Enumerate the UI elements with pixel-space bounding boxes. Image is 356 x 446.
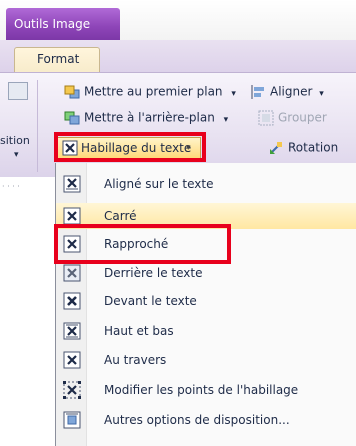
menu-item-tight[interactable]: Rapproché: [56, 231, 356, 257]
menu-item-inline[interactable]: Aligné sur le texte: [56, 171, 356, 197]
send-backward-icon: [64, 110, 80, 126]
document-area: [0, 178, 55, 446]
menu-item-label: Derrière le texte: [104, 266, 203, 280]
menu-item-label: Haut et bas: [104, 324, 174, 338]
position-group-label: sition: [0, 134, 30, 147]
align-button[interactable]: Aligner ▾: [250, 84, 324, 100]
rotation-label: Rotation: [288, 140, 339, 155]
rotation-button[interactable]: Rotation: [268, 140, 338, 156]
send-backward-button[interactable]: Mettre à l'arrière-plan ▾: [64, 110, 228, 126]
inline-wrap-icon: [63, 175, 81, 193]
tab-format[interactable]: Format: [14, 47, 100, 74]
position-dropdown-arrow[interactable]: ▾: [14, 150, 19, 160]
menu-item-label: Rapproché: [104, 237, 169, 251]
text-wrapping-menu: Aligné sur le texte Carré Rapproché Derr…: [55, 163, 356, 446]
menu-item-more-layout-options[interactable]: Autres options de disposition...: [56, 407, 356, 433]
top-bottom-icon: [63, 322, 81, 340]
bring-forward-icon: [64, 84, 80, 100]
menu-item-label: Devant le texte: [104, 294, 197, 308]
menu-item-through[interactable]: Au travers: [56, 347, 356, 373]
menu-item-label: Modifier les points de l'habillage: [104, 383, 299, 397]
tab-format-label: Format: [37, 52, 80, 66]
through-wrap-icon: [63, 351, 81, 369]
context-tab-outils-image: Outils Image: [6, 8, 120, 42]
edit-wrap-points-icon: [63, 381, 81, 399]
menu-item-label: Au travers: [104, 353, 167, 367]
bring-forward-label: Mettre au premier plan: [84, 84, 223, 99]
context-tab-label: Outils Image: [14, 17, 91, 31]
menu-item-top-and-bottom[interactable]: Haut et bas: [56, 318, 356, 344]
menu-item-square[interactable]: Carré: [56, 203, 356, 229]
send-backward-arrow[interactable]: ▾: [224, 115, 229, 125]
group-icon: [258, 110, 274, 126]
tight-wrap-icon: [63, 235, 81, 253]
text-wrapping-arrow: ▾: [186, 143, 191, 153]
group-label: Grouper: [278, 110, 327, 125]
bring-forward-button[interactable]: Mettre au premier plan ▾: [64, 84, 236, 100]
menu-item-edit-wrap-points[interactable]: Modifier les points de l'habillage: [56, 377, 356, 403]
square-wrap-icon: [63, 207, 81, 225]
behind-text-icon: [63, 264, 81, 282]
group-separator: [37, 80, 38, 172]
position-group-icon[interactable]: [8, 82, 28, 100]
ruler-fragment: · · · ·: [2, 182, 20, 191]
group-button[interactable]: Grouper: [258, 110, 327, 126]
text-wrapping-icon: [62, 140, 78, 156]
send-backward-label: Mettre à l'arrière-plan: [84, 110, 215, 125]
align-icon: [250, 84, 266, 100]
in-front-text-icon: [63, 292, 81, 310]
menu-item-behind-text[interactable]: Derrière le texte: [56, 260, 356, 286]
bring-forward-arrow[interactable]: ▾: [231, 89, 236, 99]
menu-item-label: Autres options de disposition...: [104, 413, 290, 427]
align-arrow[interactable]: ▾: [319, 89, 324, 99]
menu-item-in-front-of-text[interactable]: Devant le texte: [56, 288, 356, 314]
rotation-icon: [268, 140, 284, 156]
text-wrapping-label: Habillage du texte: [81, 141, 192, 155]
align-label: Aligner: [270, 84, 313, 99]
menu-item-label: Carré: [104, 209, 137, 223]
menu-item-label: Aligné sur le texte: [104, 177, 214, 191]
text-wrapping-button[interactable]: Habillage du texte ▾: [57, 137, 201, 159]
layout-options-icon: [63, 411, 81, 429]
